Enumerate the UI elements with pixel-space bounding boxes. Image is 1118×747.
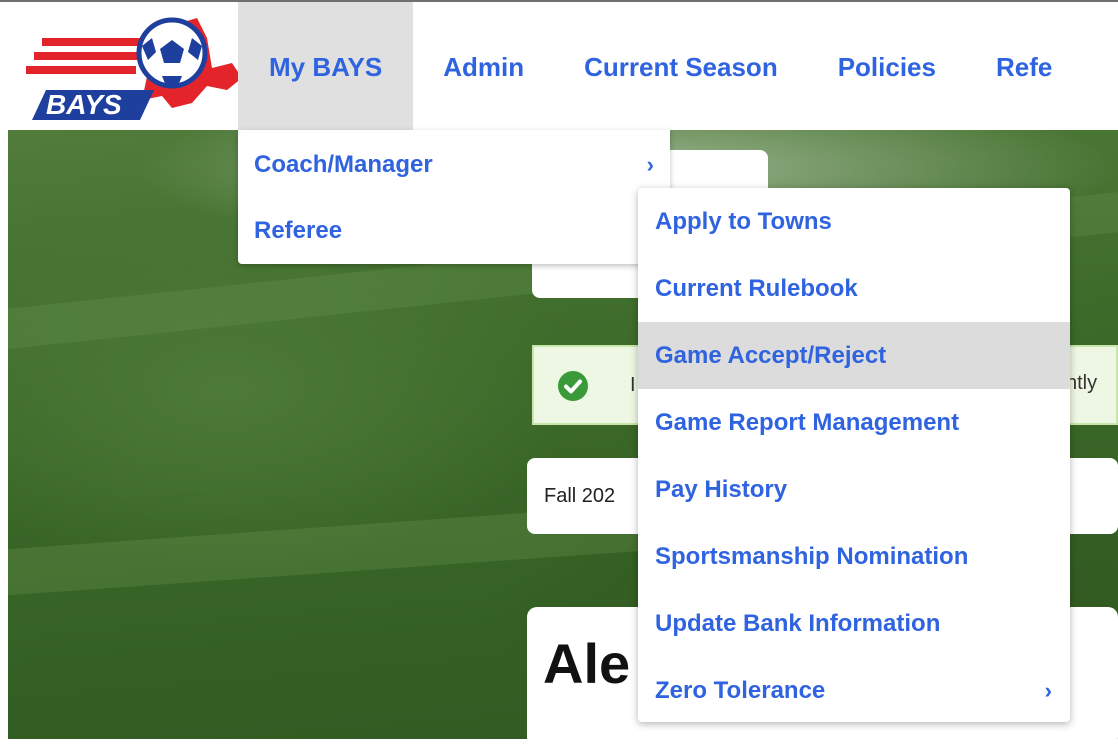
nav-referee[interactable]: Refe [966,2,1052,132]
submenu-item-game-accept-reject[interactable]: Game Accept/Reject [638,322,1070,389]
menu-item-label: Referee [254,217,343,244]
nav-policies[interactable]: Policies [808,2,966,132]
alert-message-tail: ntly [1066,372,1098,394]
referee-submenu: Apply to Towns Current Rulebook Game Acc… [638,188,1070,722]
submenu-item-label: Zero Tolerance [655,676,826,704]
check-circle-icon [558,371,588,401]
main-nav: My BAYS Admin Current Season Policies Re… [238,2,1052,132]
user-name-heading: Ale [543,632,631,695]
bays-logo[interactable]: BAYS [22,8,252,126]
nav-admin[interactable]: Admin [413,2,554,132]
nav-my-bays[interactable]: My BAYS [238,2,414,132]
menu-item-coach-manager[interactable]: Coach/Manager › [238,132,670,198]
submenu-item-current-rulebook[interactable]: Current Rulebook [638,255,1070,322]
submenu-item-game-report-management[interactable]: Game Report Management [638,389,1070,456]
menu-item-referee[interactable]: Referee [238,198,670,264]
submenu-item-zero-tolerance[interactable]: Zero Tolerance › [638,657,1070,724]
season-label: Fall 202 [544,485,616,507]
chevron-right-icon: › [1044,677,1052,703]
logo-text: BAYS [46,89,122,120]
nav-current-season[interactable]: Current Season [554,2,808,132]
submenu-item-apply-to-towns[interactable]: Apply to Towns [638,188,1070,255]
submenu-item-sportsmanship-nomination[interactable]: Sportsmanship Nomination [638,523,1070,590]
my-bays-dropdown: Coach/Manager › Referee [238,130,670,264]
menu-item-label: Coach/Manager [254,151,433,178]
top-nav-bar: BAYS My BAYS Admin Current Season Polici… [0,0,1118,132]
submenu-item-update-bank-information[interactable]: Update Bank Information [638,590,1070,657]
chevron-right-icon: › [646,152,654,177]
submenu-item-pay-history[interactable]: Pay History [638,456,1070,523]
alert-message: I [630,374,636,396]
